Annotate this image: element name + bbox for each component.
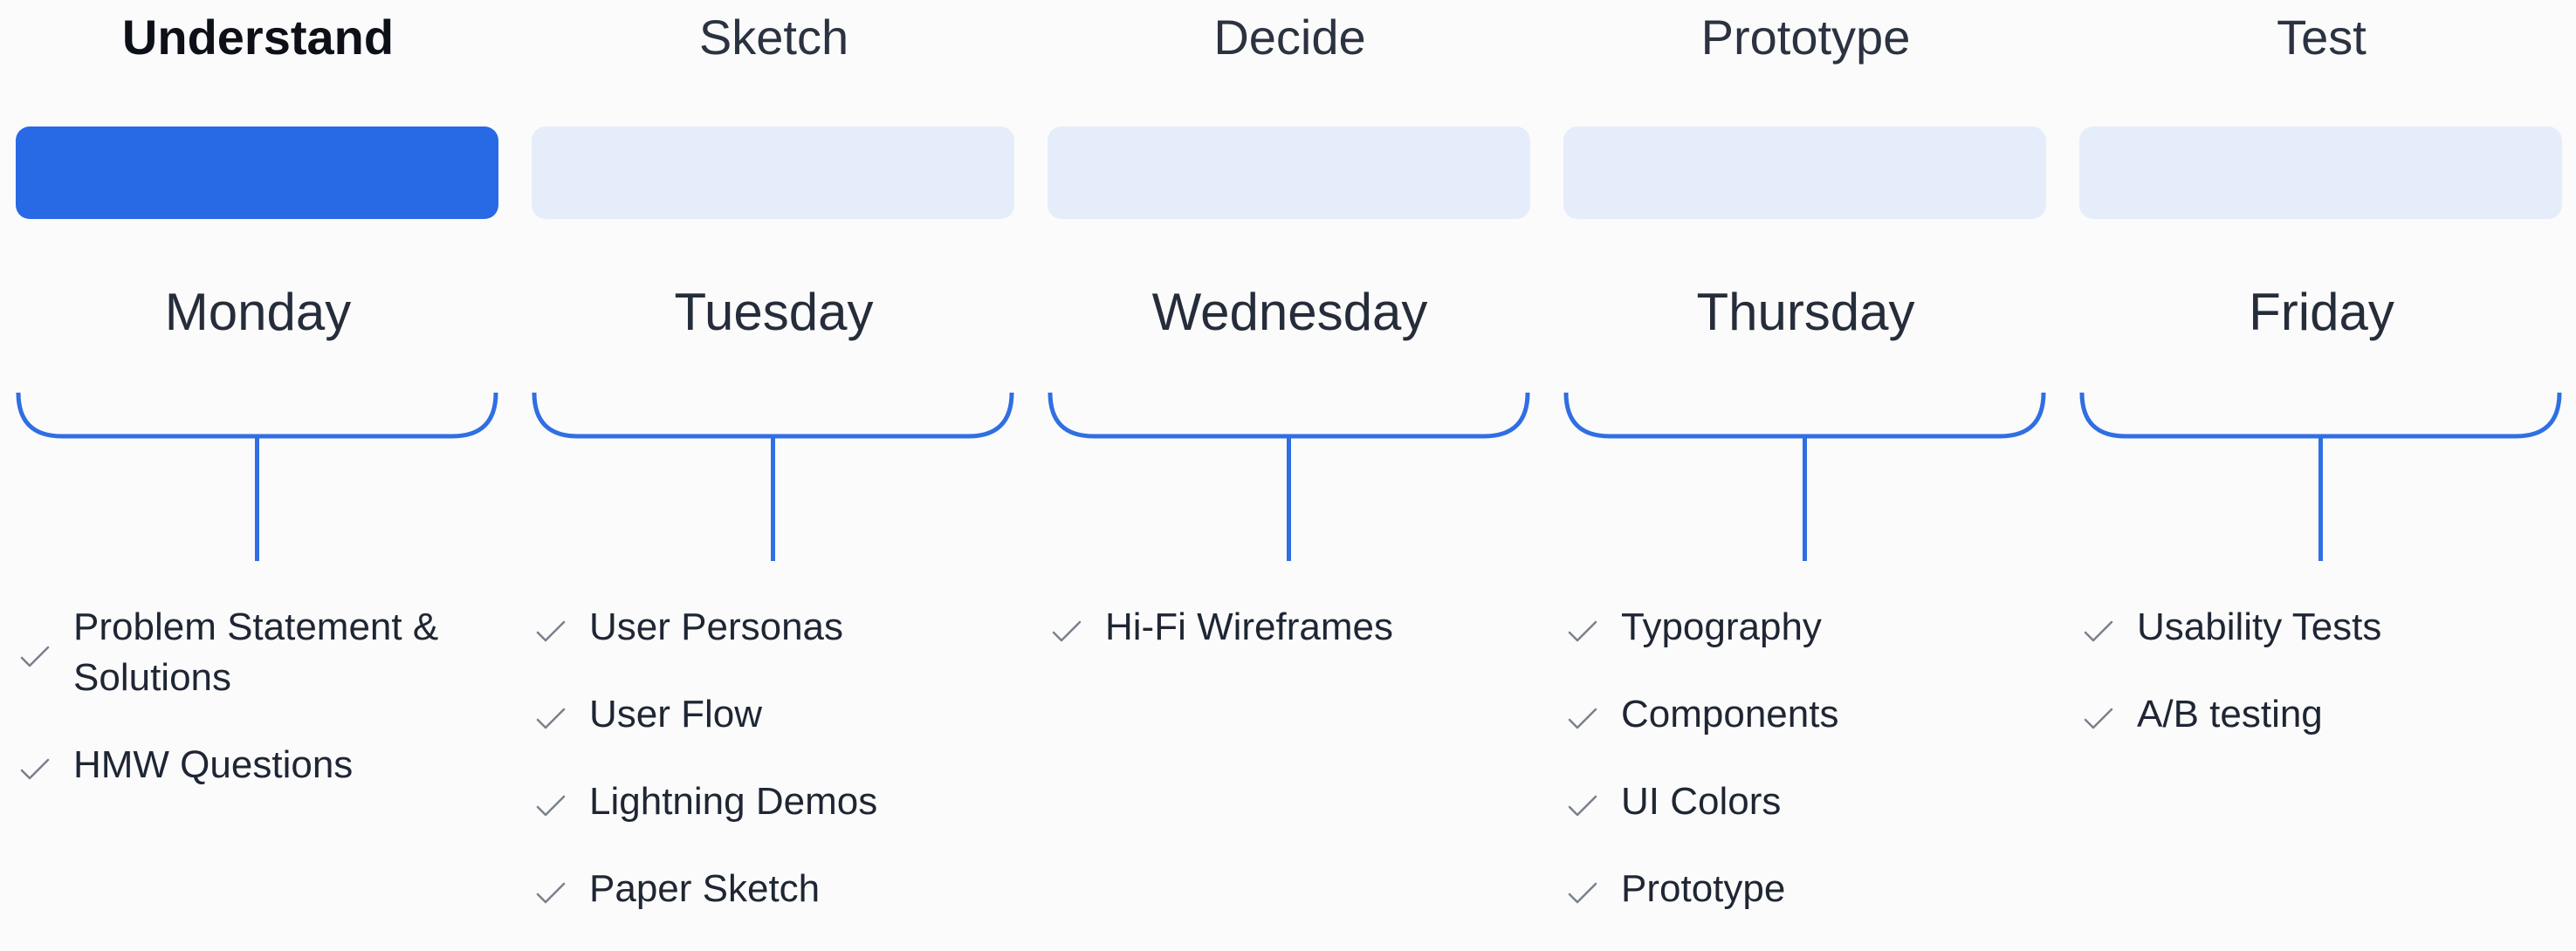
task-list-monday: Problem Statement & Solutions HMW Questi… [16,602,505,827]
check-icon [20,646,50,667]
task-item: A/B testing [2079,689,2568,740]
task-item: Problem Statement & Solutions [16,602,505,703]
day-label-tuesday: Tuesday [674,282,874,341]
phase-column-understand: Understand Monday Problem Statement & So… [16,0,500,909]
bracket-connector [1048,392,1530,561]
check-icon [2084,620,2113,642]
task-label: Paper Sketch [589,867,821,910]
task-label: HMW Questions [73,743,354,786]
bracket-connector [16,392,498,561]
task-label: Components [1621,693,1839,735]
task-list-thursday: Typography Components UI Colors Prototyp… [1563,602,2052,951]
day-label-monday: Monday [164,282,352,341]
bracket-connector [1563,392,2046,561]
check-icon [1568,620,1597,642]
task-list-wednesday: Hi-Fi Wireframes [1048,602,1536,689]
task-label: User Personas [589,605,844,648]
check-icon [536,882,566,904]
phase-bar-decide[interactable] [1048,127,1530,219]
task-label: Lightning Demos [589,780,878,823]
check-icon [536,708,566,729]
task-label: Prototype [1621,867,1786,910]
day-label-thursday: Thursday [1696,282,1915,341]
task-item: Prototype [1563,864,2052,914]
task-item: Hi-Fi Wireframes [1048,602,1536,653]
task-item: User Flow [532,689,1020,740]
tab-sketch[interactable]: Sketch [532,0,1016,73]
day-label-wednesday: Wednesday [1151,282,1428,341]
tab-prototype[interactable]: Prototype [1563,0,2048,73]
check-icon [1568,708,1597,729]
task-item: Paper Sketch [532,864,1020,914]
check-icon [20,758,50,780]
task-item: HMW Questions [16,740,505,790]
task-label: User Flow [589,693,763,735]
phase-column-decide: Decide Wednesday Hi-Fi Wireframes [1048,0,1532,909]
task-label: Problem Statement & Solutions [73,605,439,699]
check-icon [1568,882,1597,904]
task-item: User Personas [532,602,1020,653]
task-label: Hi-Fi Wireframes [1105,605,1393,648]
task-list-friday: Usability Tests A/B testing [2079,602,2568,777]
tab-test[interactable]: Test [2079,0,2564,73]
task-label: Typography [1621,605,1822,648]
check-icon [2084,708,2113,729]
phase-column-sketch: Sketch Tuesday User Personas User Flow L… [532,0,1016,910]
phase-bar-sketch[interactable] [532,127,1014,219]
bracket-connector [2079,392,2562,561]
bracket-connector [532,392,1014,561]
task-label: UI Colors [1621,780,1782,823]
task-label: Usability Tests [2137,605,2382,648]
task-item: Typography [1563,602,2052,653]
phase-bar-prototype[interactable] [1563,127,2046,219]
task-list-tuesday: User Personas User Flow Lightning Demos … [532,602,1020,951]
phase-bar-test[interactable] [2079,127,2562,219]
task-item: Components [1563,689,2052,740]
phase-bar-understand[interactable] [16,127,498,219]
check-icon [1052,620,1082,642]
task-item: UI Colors [1563,777,2052,827]
check-icon [1568,795,1597,817]
task-item: Usability Tests [2079,602,2568,653]
task-label: A/B testing [2137,693,2323,735]
day-label-friday: Friday [2249,282,2394,341]
tab-decide[interactable]: Decide [1048,0,1532,73]
task-item: Lightning Demos [532,777,1020,827]
check-icon [536,795,566,817]
phase-column-test: Test Friday Usability Tests A/B testing [2079,0,2564,909]
tab-understand[interactable]: Understand [16,0,500,73]
check-icon [536,620,566,642]
phase-column-prototype: Prototype Thursday Typography Components… [1563,0,2048,910]
sprint-timeline: Understand Monday Problem Statement & So… [0,0,2576,910]
